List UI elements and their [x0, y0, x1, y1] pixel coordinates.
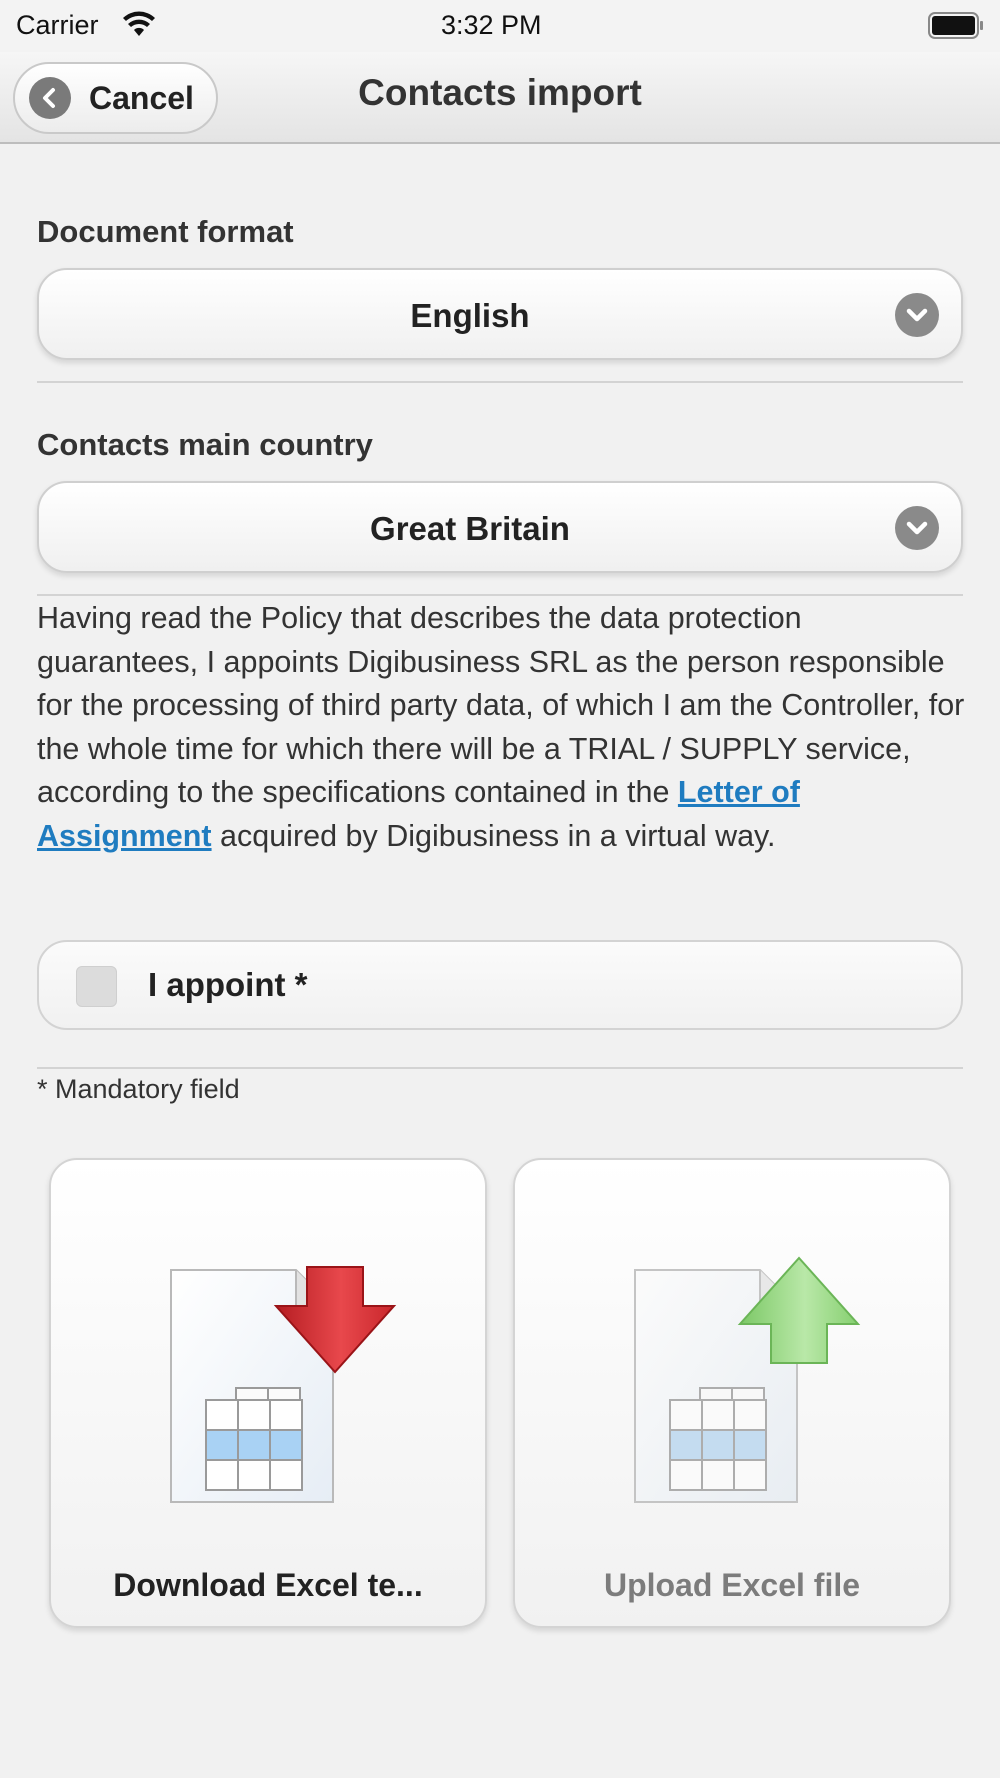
wifi-icon [123, 11, 155, 36]
battery-icon [928, 12, 983, 39]
policy-text-after: acquired by Digibusiness in a virtual wa… [211, 818, 776, 853]
appoint-label: I appoint * [148, 966, 308, 1003]
upload-excel-file-button[interactable]: Upload Excel file [513, 1158, 951, 1628]
chevron-down-icon [895, 293, 939, 337]
divider [37, 594, 963, 596]
policy-text: Having read the Policy that describes th… [37, 597, 967, 858]
status-bar: Carrier 3:32 PM [0, 0, 1000, 52]
download-excel-label: Download Excel te... [113, 1567, 423, 1603]
main-country-value: Great Britain [370, 510, 570, 547]
appoint-checkbox-row[interactable]: I appoint * [37, 940, 963, 1030]
navigation-bar: Cancel Contacts import [0, 52, 1000, 144]
excel-upload-icon [634, 1256, 861, 1503]
cancel-button[interactable]: Cancel [13, 62, 218, 134]
excel-download-icon [170, 1266, 397, 1503]
policy-text-before: Having read the Policy that describes th… [37, 601, 965, 809]
chevron-down-icon [895, 506, 939, 550]
divider [37, 381, 963, 383]
document-format-value: English [410, 297, 530, 334]
main-country-label: Contacts main country [37, 427, 373, 462]
page-title: Contacts import [358, 72, 642, 113]
divider [37, 1067, 963, 1069]
document-format-select[interactable]: English [37, 268, 963, 360]
cancel-label: Cancel [89, 79, 194, 116]
main-country-select[interactable]: Great Britain [37, 481, 963, 573]
appoint-checkbox[interactable] [76, 966, 117, 1007]
mandatory-note: * Mandatory field [37, 1074, 240, 1104]
upload-excel-label: Upload Excel file [603, 1567, 861, 1603]
download-excel-template-button[interactable]: Download Excel te... [49, 1158, 487, 1628]
document-format-label: Document format [37, 214, 294, 249]
clock-time: 3:32 PM [441, 10, 542, 40]
carrier-label: Carrier [16, 10, 99, 40]
chevron-left-icon [29, 77, 71, 119]
